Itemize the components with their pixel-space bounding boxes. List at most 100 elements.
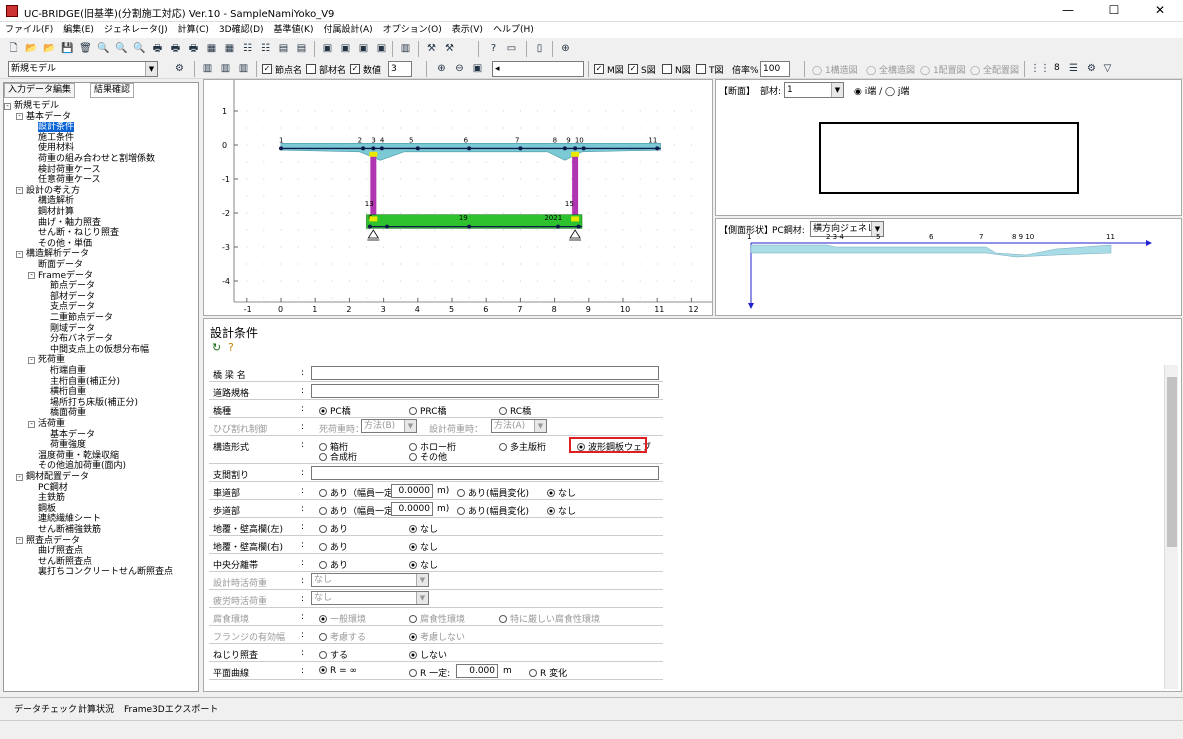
radius-input[interactable]: 0.000: [456, 664, 498, 678]
print-icon[interactable]: 🖶: [150, 41, 165, 56]
text-input[interactable]: [311, 366, 659, 380]
tree-item[interactable]: 部材データ: [50, 292, 95, 302]
tree-item[interactable]: 設計の考え方: [26, 186, 80, 196]
search-icon[interactable]: 🔍: [114, 41, 129, 56]
load-select[interactable]: なし ▼: [311, 591, 429, 605]
radio-all-structure[interactable]: ◯ 全構造図: [866, 63, 915, 76]
tree-item[interactable]: 構造解析データ: [26, 249, 89, 259]
tree-expander[interactable]: -: [16, 187, 23, 195]
radio-option[interactable]: あり: [319, 522, 348, 535]
tree-item[interactable]: 鋼材計算: [38, 207, 74, 217]
layout-icon[interactable]: ▥: [236, 61, 251, 76]
tree-item[interactable]: 主鉄筋: [38, 493, 65, 503]
menu-calc[interactable]: 計算(C): [173, 22, 214, 38]
tree-item[interactable]: 曲げ照査点: [38, 546, 83, 556]
radio-option[interactable]: PRC橋: [409, 404, 447, 417]
help-icon[interactable]: ?: [486, 41, 501, 56]
tab-calc-status[interactable]: 計算状況: [78, 702, 114, 715]
width-input[interactable]: 0.0000: [391, 484, 433, 498]
radio-option[interactable]: なし: [409, 540, 438, 553]
tree-item[interactable]: 検討荷重ケース: [38, 165, 101, 175]
tree-item[interactable]: せん断・ねじり照査: [38, 228, 119, 238]
m-diagram-checkbox[interactable]: ✓: [594, 64, 604, 74]
t-diagram-checkbox[interactable]: [696, 64, 706, 74]
tree-expander[interactable]: -: [28, 272, 35, 280]
tree-item[interactable]: 剛域データ: [50, 324, 95, 334]
zoom-in-icon[interactable]: ⊕: [434, 61, 449, 76]
tree-item[interactable]: 支点データ: [50, 302, 95, 312]
radio-option[interactable]: R 一定:: [409, 666, 450, 679]
tree-item[interactable]: 橋面荷重: [50, 408, 86, 418]
radio-option[interactable]: しない: [409, 648, 447, 661]
tree-item[interactable]: 荷重強度: [50, 440, 86, 450]
web-icon[interactable]: ⊕: [558, 41, 573, 56]
tree-expander[interactable]: -: [16, 250, 23, 258]
value-count-spinner[interactable]: 3: [388, 61, 412, 77]
menu-attach[interactable]: 付属設計(A): [318, 22, 377, 38]
tree-item[interactable]: 温度荷重・乾燥収縮: [38, 451, 119, 461]
radio-option[interactable]: あり（幅員一定:: [319, 504, 396, 517]
refresh-icon[interactable]: ↻: [212, 341, 221, 354]
grid-icon[interactable]: ▦: [222, 41, 237, 56]
scrollbar[interactable]: [1164, 365, 1178, 689]
menu-standard[interactable]: 基準値(K): [269, 22, 319, 38]
frame-view[interactable]: -1 0 1 2 3 4 5 6 7 8 9 10 11 12 1 0 -1 -2 -3 -4 1 2 3 4 5 6 7 8 9 10 1…: [203, 79, 713, 316]
crack-design-select[interactable]: 方法(A) ▼: [491, 419, 547, 433]
tree-item[interactable]: 基本データ: [26, 112, 71, 122]
tree-item[interactable]: 設計条件: [38, 122, 75, 133]
radio-one-structure[interactable]: ◯ 1構造図: [812, 63, 858, 76]
radio-option[interactable]: 一般環境: [319, 612, 366, 625]
info-icon[interactable]: ▯: [532, 41, 547, 56]
open-folder-icon[interactable]: 📂: [42, 41, 57, 56]
maximize-button[interactable]: ☐: [1091, 0, 1137, 22]
radio-all-layout[interactable]: ◯ 全配置図: [970, 63, 1019, 76]
radio-option[interactable]: 合成桁: [319, 450, 357, 463]
radio-i-end[interactable]: ◉ i端 / ◯ j端: [854, 84, 909, 97]
s-diagram-checkbox[interactable]: ✓: [628, 64, 638, 74]
table-icon[interactable]: ▣: [338, 41, 353, 56]
tree-item[interactable]: 活荷重: [38, 419, 65, 429]
radio-option[interactable]: あり: [319, 558, 348, 571]
tree-item[interactable]: 鋼板: [38, 504, 56, 514]
tab-input-edit[interactable]: 入力データ編集: [4, 83, 76, 98]
radio-option[interactable]: 特に厳しい腐食性環境: [499, 612, 600, 625]
tree-item[interactable]: 死荷重: [38, 355, 65, 365]
open-icon[interactable]: 📂: [24, 41, 39, 56]
radio-option[interactable]: する: [319, 648, 348, 661]
menu-generator[interactable]: ジェネレータ(J): [99, 22, 173, 38]
layout-icon[interactable]: ▥: [200, 61, 215, 76]
tree-item[interactable]: 主桁自重(補正分): [50, 377, 120, 387]
delete-icon[interactable]: 🗑: [78, 41, 93, 56]
menu-edit[interactable]: 編集(E): [58, 22, 99, 38]
menu-help[interactable]: ヘルプ(H): [488, 22, 539, 38]
radio-option[interactable]: R 変化: [529, 666, 567, 679]
radio-option[interactable]: なし: [547, 504, 576, 517]
radio-option[interactable]: RC橋: [499, 404, 531, 417]
tree-expander[interactable]: -: [16, 113, 23, 121]
tree-item[interactable]: せん断補強鉄筋: [38, 525, 101, 535]
member-select[interactable]: 1 ▼: [784, 82, 844, 98]
scale-spinner[interactable]: 100: [760, 61, 790, 77]
radio-option[interactable]: なし: [547, 486, 576, 499]
tree-expander[interactable]: -: [16, 473, 23, 481]
minimize-button[interactable]: —: [1045, 0, 1091, 22]
tree-item[interactable]: 裏打ちコンクリートせん断照査点: [38, 567, 173, 577]
tree-item[interactable]: その他追加荷重(面内): [38, 461, 126, 471]
radio-option[interactable]: なし: [409, 522, 438, 535]
tree-item[interactable]: 節点データ: [50, 281, 95, 291]
tree-item[interactable]: せん断照査点: [38, 557, 92, 567]
tree-item[interactable]: 横桁自重: [50, 387, 86, 397]
tree-item[interactable]: 分布バネデータ: [50, 334, 113, 344]
close-button[interactable]: ✕: [1137, 0, 1183, 22]
tree-item[interactable]: PC鋼材: [38, 483, 68, 493]
tree-item[interactable]: 施工条件: [38, 133, 74, 143]
help-icon[interactable]: ▭: [504, 41, 519, 56]
tab-frame3d-export[interactable]: Frame3Dエクスポート: [124, 702, 218, 715]
scrollbar-thumb[interactable]: [1167, 377, 1177, 547]
tree-item[interactable]: 荷重の組み合わせと割増係数: [38, 154, 155, 164]
table-icon[interactable]: ▣: [356, 41, 371, 56]
help-icon[interactable]: ?: [228, 341, 234, 354]
tool-icon[interactable]: ⚒: [424, 41, 439, 56]
tree-expander[interactable]: -: [28, 356, 35, 364]
radio-option[interactable]: 多主版桁: [499, 440, 546, 453]
